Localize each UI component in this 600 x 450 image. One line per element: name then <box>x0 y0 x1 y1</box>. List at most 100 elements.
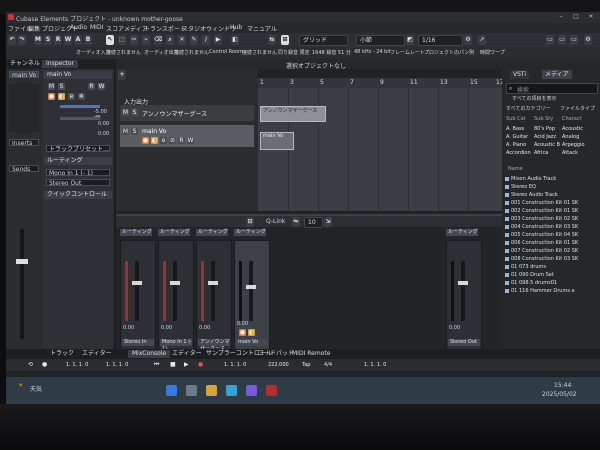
fader-track[interactable] <box>173 261 177 321</box>
menu-manual[interactable]: マニュアル <box>247 24 277 33</box>
tab-editor-lower[interactable]: エディター <box>168 350 206 358</box>
menu-hub[interactable]: Hub <box>230 24 242 31</box>
tempo-mode[interactable]: Tap <box>302 361 310 369</box>
track-lock-icon[interactable]: ⊘ <box>169 137 176 144</box>
category-item[interactable]: 80's Pop <box>534 125 555 133</box>
end-position[interactable]: 1. 1. 1. 0 <box>364 361 386 369</box>
record-icon[interactable]: ● <box>198 361 203 369</box>
result-item[interactable]: 004 Construction Kit 03 SK <box>505 223 595 231</box>
pointer-tool-icon[interactable]: ↖ <box>106 35 114 45</box>
monitor-icon[interactable]: ◐ <box>58 93 65 100</box>
menu-score[interactable]: スコア <box>106 24 124 33</box>
category-item[interactable]: Arpeggio <box>562 141 585 149</box>
menu-audio[interactable]: Audio <box>70 24 87 31</box>
search-taskbar-icon[interactable] <box>186 385 197 396</box>
inspector-write-button[interactable]: W <box>98 83 105 90</box>
audio-event[interactable]: アンノウンマザーグース <box>260 106 326 122</box>
start-icon[interactable] <box>166 385 177 396</box>
track-solo-button[interactable]: S <box>131 109 138 116</box>
category-item[interactable]: Acid Jazz <box>534 133 556 141</box>
time-signature[interactable]: 4/4 <box>324 361 332 369</box>
menu-midi[interactable]: MIDI <box>90 24 103 31</box>
master-strip[interactable]: 0.00 Stereo Out <box>446 240 482 352</box>
mode-button-r[interactable]: R <box>54 35 62 45</box>
output-routing-select[interactable]: Stereo Out <box>46 179 110 187</box>
grid-size-select[interactable]: 小節 <box>356 35 405 46</box>
mixer-settings-icon[interactable]: ⊟ <box>246 217 254 227</box>
channel-name[interactable]: main Vo <box>9 71 39 79</box>
undo-icon[interactable]: ↶ <box>8 35 16 45</box>
time-warp[interactable]: 時間ワープ <box>480 49 505 56</box>
minimize-icon[interactable]: – <box>554 13 568 22</box>
filter-all-items[interactable]: すべての項目を表示 <box>512 95 556 102</box>
expand-icon[interactable]: ⇲ <box>324 217 332 227</box>
menu-transport[interactable]: トランスポート <box>144 24 186 33</box>
arrow-icon[interactable]: ➚ <box>478 35 486 45</box>
freeze-icon[interactable]: ❄ <box>78 93 85 100</box>
mode-button-s[interactable]: S <box>44 35 52 45</box>
tab-track[interactable]: トラック <box>46 350 78 358</box>
strip-name[interactable]: main Vo <box>236 339 268 346</box>
mute-tool-icon[interactable]: ✕ <box>178 35 186 45</box>
add-track-icon[interactable]: + <box>118 70 126 80</box>
track-mute-button[interactable]: M <box>122 128 129 135</box>
result-item[interactable]: 01 116 Hammer Drums a <box>505 287 595 295</box>
strip-name[interactable]: アンノウンマザーグース <box>198 339 230 352</box>
result-item[interactable]: Mixon Audio Track <box>505 175 595 183</box>
sample-rate[interactable]: 48 kHz - 24 bit <box>354 49 391 55</box>
quantize-icon[interactable]: ◩ <box>406 35 414 45</box>
strip-routing-tab[interactable]: ルーティング <box>158 229 190 236</box>
tab-midi-remote[interactable]: MIDI Remote <box>288 350 334 358</box>
layout-right-icon[interactable]: ▭ <box>570 35 578 45</box>
category-item[interactable]: A. Bass <box>506 125 524 133</box>
inspector-solo-button[interactable]: S <box>58 83 65 90</box>
channel-fader-handle[interactable] <box>16 259 28 264</box>
strip-name[interactable]: Stereo In <box>122 339 154 346</box>
mode-button-w[interactable]: W <box>64 35 72 45</box>
sends-label[interactable]: Sends <box>9 165 39 173</box>
pan-slider[interactable] <box>60 117 100 120</box>
search-field[interactable]: ⌕ 検索 <box>506 83 598 94</box>
play-icon[interactable]: ▶ <box>184 361 189 369</box>
category-item[interactable]: Accordion <box>506 149 531 157</box>
inspector-mute-button[interactable]: M <box>48 83 55 90</box>
track-monitor-icon[interactable]: ◐ <box>151 137 158 144</box>
split-tool-icon[interactable]: ✂ <box>130 35 138 45</box>
teams-icon[interactable] <box>246 385 257 396</box>
input-routing-select[interactable]: Mono In 1 (- 1) <box>46 169 110 177</box>
column-header[interactable]: Sub Cat <box>506 115 526 123</box>
result-item[interactable]: 01 098.5 drums01 <box>505 279 595 287</box>
track-mute-button[interactable]: M <box>122 109 129 116</box>
column-header[interactable]: Charact <box>562 115 582 123</box>
result-item[interactable]: 003 Construction Kit 02 SK <box>505 215 595 223</box>
filter-filetype[interactable]: ファイルタイプ <box>560 105 595 112</box>
fader-track[interactable] <box>211 261 215 321</box>
track-edit-icon[interactable]: e <box>160 137 167 144</box>
results-name-header[interactable]: Name <box>508 165 523 173</box>
maximize-icon[interactable]: □ <box>569 13 583 22</box>
category-item[interactable]: Analog <box>562 133 579 141</box>
routing-section[interactable]: ルーティング <box>44 157 112 165</box>
inspector-read-button[interactable]: R <box>88 83 95 90</box>
category-item[interactable]: Acoustic <box>562 125 583 133</box>
go-to-start-icon[interactable]: ⏮ <box>154 361 159 369</box>
snap-icon[interactable]: ⊞ <box>281 35 289 45</box>
pan-law[interactable]: プロジェクトのパン則 <box>424 49 474 56</box>
result-item[interactable]: 005 Construction Kit 04 SK <box>505 231 595 239</box>
category-item[interactable]: Acoustic B <box>534 141 560 149</box>
fader-handle[interactable] <box>170 281 180 285</box>
tab-channel[interactable]: チャンネル <box>6 60 44 68</box>
mode-button-b[interactable]: B <box>84 35 92 45</box>
channel-fader-track[interactable] <box>20 229 24 339</box>
fader-handle[interactable] <box>208 281 218 285</box>
settings-gear-icon[interactable]: ⚙ <box>464 35 472 45</box>
track-preset-select[interactable]: トラックプリセット... <box>46 145 110 153</box>
tab-media[interactable]: メディア <box>542 70 572 79</box>
track-name[interactable]: アンノウンマザーグース <box>142 109 207 118</box>
menu-studio[interactable]: スタジオ <box>182 24 206 33</box>
track-write-button[interactable]: W <box>187 137 194 144</box>
range-tool-icon[interactable]: ⬚ <box>118 35 126 45</box>
visible-count[interactable]: 10 <box>304 217 323 228</box>
inserts-label[interactable]: Inserts <box>9 139 39 147</box>
channel-strip[interactable]: 0.00 アンノウンマザーグース <box>196 240 232 352</box>
